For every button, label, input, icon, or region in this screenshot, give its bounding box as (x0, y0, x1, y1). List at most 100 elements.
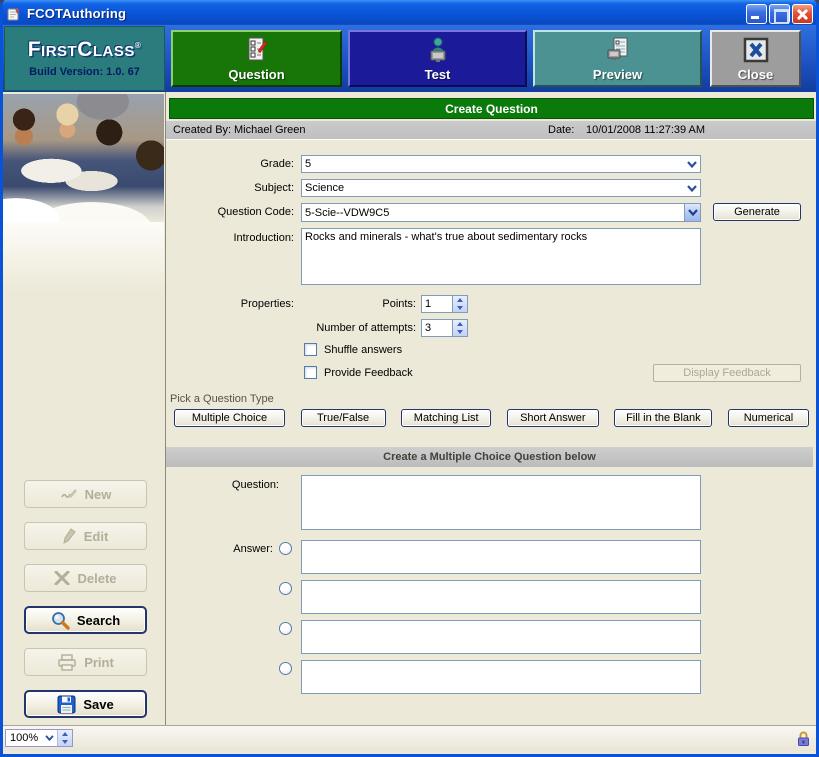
new-button[interactable]: New (24, 480, 147, 508)
short-answer-button[interactable]: Short Answer (507, 409, 599, 427)
nav-preview-label: Preview (593, 67, 642, 82)
multiple-choice-button[interactable]: Multiple Choice (174, 409, 285, 427)
answer-radio-4[interactable] (279, 662, 292, 675)
answer-radio-3[interactable] (279, 622, 292, 635)
points-value[interactable] (421, 295, 452, 313)
save-button[interactable]: Save (24, 690, 147, 718)
document-monitor-icon (606, 36, 630, 64)
true-false-button[interactable]: True/False (301, 409, 386, 427)
brand-logo: FirstClass® (28, 39, 142, 60)
save-button-label: Save (83, 697, 113, 712)
question-code-value[interactable] (302, 204, 684, 221)
close-button[interactable] (792, 4, 813, 24)
points-stepper[interactable] (421, 295, 468, 313)
properties-label: Properties: (166, 298, 294, 310)
print-button-label: Print (84, 655, 114, 670)
zoom-value[interactable]: 100% (6, 730, 42, 746)
answer-input-3[interactable] (301, 620, 701, 654)
delete-button-label: Delete (77, 571, 116, 586)
created-by-value: Michael Green (234, 124, 306, 136)
answer-radio-2[interactable] (279, 582, 292, 595)
zoom-control[interactable]: 100% (5, 729, 73, 747)
main-panel: Create Question Created By: Michael Gree… (165, 92, 816, 725)
spinner-down-icon[interactable] (58, 738, 72, 746)
spinner-up-icon[interactable] (453, 320, 467, 328)
subject-value[interactable] (302, 180, 684, 196)
chevron-down-icon[interactable] (684, 180, 700, 196)
attempts-stepper[interactable] (421, 319, 468, 337)
classroom-photo (3, 94, 164, 222)
spinner-up-icon[interactable] (58, 730, 72, 738)
chevron-down-icon[interactable] (684, 156, 700, 172)
question-code-label: Question Code: (166, 206, 294, 218)
brand-registered-mark: ® (135, 41, 141, 50)
question-textarea[interactable] (301, 475, 701, 530)
pencil-new-icon (60, 487, 78, 501)
date-value: 10/01/2008 11:27:39 AM (586, 124, 705, 136)
printer-icon (57, 654, 77, 671)
provide-feedback-checkbox[interactable] (304, 366, 317, 379)
question-code-select[interactable] (301, 203, 701, 222)
person-monitor-icon (427, 36, 449, 64)
chevron-down-icon[interactable] (42, 730, 57, 746)
grade-label: Grade: (166, 158, 294, 170)
points-spinner[interactable] (452, 295, 468, 313)
nav-close-button[interactable]: Close (710, 30, 801, 87)
print-button[interactable]: Print (24, 648, 147, 676)
checklist-pencil-icon (245, 36, 269, 64)
grade-select[interactable] (301, 155, 701, 173)
app-icon (6, 6, 22, 22)
shuffle-answers-checkbox[interactable] (304, 343, 317, 356)
magnifier-icon (51, 611, 70, 630)
maximize-button[interactable] (769, 4, 790, 24)
matching-list-button[interactable]: Matching List (401, 409, 491, 427)
zoom-spinner[interactable] (57, 730, 72, 746)
delete-button[interactable]: Delete (24, 564, 147, 592)
subject-label: Subject: (166, 182, 294, 194)
attempts-label: Number of attempts: (246, 322, 416, 334)
floppy-disk-icon (57, 695, 76, 714)
created-by-label: Created By: (173, 124, 231, 136)
question-type-buttons: Multiple Choice True/False Matching List… (174, 409, 809, 427)
question-label: Question: (166, 479, 279, 491)
generate-button[interactable]: Generate (713, 203, 801, 221)
minimize-button[interactable] (746, 4, 767, 24)
spinner-down-icon[interactable] (453, 304, 467, 312)
attempts-value[interactable] (421, 319, 452, 337)
answer-input-4[interactable] (301, 660, 701, 694)
numerical-button[interactable]: Numerical (728, 409, 809, 427)
answer-input-2[interactable] (301, 580, 701, 614)
grade-value[interactable] (302, 156, 684, 172)
introduction-textarea[interactable]: Rocks and minerals - what's true about s… (301, 228, 701, 285)
nav-preview-button[interactable]: Preview (533, 30, 702, 87)
fill-in-the-blank-button[interactable]: Fill in the Blank (614, 409, 712, 427)
page-title: Create Question (445, 102, 538, 116)
chevron-down-icon[interactable] (684, 204, 700, 221)
spinner-down-icon[interactable] (453, 328, 467, 336)
answer-radio-1[interactable] (279, 542, 292, 555)
padlock-icon (797, 731, 810, 747)
subject-select[interactable] (301, 179, 701, 197)
display-feedback-button[interactable]: Display Feedback (653, 364, 801, 382)
nav-close-label: Close (738, 67, 773, 82)
introduction-label: Introduction: (166, 232, 294, 244)
page-title-bar: Create Question (169, 98, 814, 119)
date-label: Date: (548, 124, 574, 136)
brand-name: FirstClass (28, 38, 135, 61)
edit-button-label: Edit (84, 529, 109, 544)
attempts-spinner[interactable] (452, 319, 468, 337)
answer-input-1[interactable] (301, 540, 701, 574)
pencil-icon (63, 528, 77, 544)
build-version: Build Version: 1.0. 67 (29, 66, 140, 78)
answer-label: Answer: (166, 543, 273, 555)
nav-question-button[interactable]: Question (171, 30, 342, 87)
header-toolbar: FirstClass® Build Version: 1.0. 67 Quest… (3, 25, 816, 92)
nav-test-button[interactable]: Test (348, 30, 527, 87)
edit-button[interactable]: Edit (24, 522, 147, 550)
spinner-up-icon[interactable] (453, 296, 467, 304)
nav-question-label: Question (228, 67, 284, 82)
search-button[interactable]: Search (24, 606, 147, 634)
brand-panel: FirstClass® Build Version: 1.0. 67 (4, 26, 165, 91)
meta-strip: Created By: Michael Green Date: 10/01/20… (166, 121, 817, 140)
x-icon (54, 571, 70, 585)
